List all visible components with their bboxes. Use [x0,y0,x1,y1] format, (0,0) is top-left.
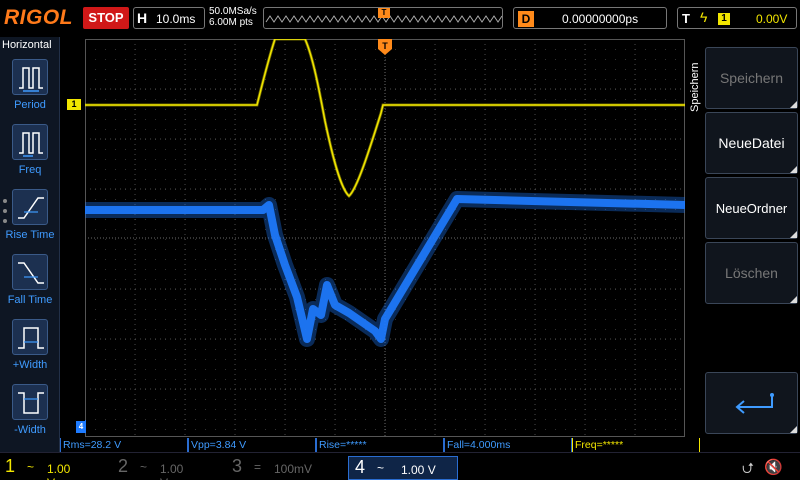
measurement-bar: Rms=28.2 V Vpp=3.84 V Rise=***** Fall=4.… [60,438,700,452]
meas-freq[interactable]: Freq=***** [572,438,700,452]
corner-triangle-icon [790,231,797,238]
ch4-scale: 1.00 V [401,463,436,477]
trigger-marker-label: T [382,41,388,51]
channel-status-bar: 1 ~ 1.00 V 2 ~ 1.00 V 3 = 100mV 4 ~ 1.00… [0,452,800,480]
return-button[interactable] [705,372,798,434]
meas-rise[interactable]: Rise=***** [316,438,444,452]
delete-label: Löschen [725,265,778,281]
ch4-coupling: ~ [377,461,385,475]
horizontal-measure-panel: Horizontal Period Freq Rise Time Fall Ti… [0,37,60,452]
ch4-marker-label: 4 [78,422,84,431]
top-status-bar: RIGOL STOP H 10.0ms 50.0MSa/s 6.00M pts … [0,0,800,36]
corner-triangle-icon [790,101,797,108]
trigger-level: 0.00V [756,12,788,26]
ch3-scale: 100mV [274,462,313,476]
corner-triangle-icon [790,296,797,303]
memory-depth: 6.00M pts [209,17,253,28]
rigol-logo: RIGOL [4,6,73,29]
sample-rate: 50.0MSa/s [209,6,257,17]
ch2-coupling: ~ [140,460,148,474]
meas-rms[interactable]: Rms=28.2 V [60,438,188,452]
ch1-scale: 1.00 V [47,462,71,480]
fall-time-label: Fall Time [7,294,53,306]
ch1-offset-marker[interactable]: 1 [67,99,81,110]
new-file-label: NeueDatei [718,135,785,151]
delay-box[interactable]: D 0.00000000ps [513,7,667,29]
ch1-number: 1 [5,456,16,476]
trigger-box[interactable]: T ϟ 1 0.00V [677,7,797,29]
timebase-label: H [137,10,148,26]
ch2-scale: 1.00 V [160,462,184,480]
measure-period[interactable]: Period [0,59,60,121]
corner-triangle-icon [790,166,797,173]
ch3-coupling: = [254,460,262,474]
period-icon [12,59,48,95]
measure-freq[interactable]: Freq [0,124,60,186]
ch1-marker-label: 1 [71,99,77,109]
delay-label: D [518,11,534,27]
pos-width-icon [12,319,48,355]
delete-button[interactable]: Löschen [705,242,798,304]
waveform-display[interactable]: T [85,39,685,437]
meas-vpp[interactable]: Vpp=3.84 V [188,438,316,452]
pos-width-label: +Width [12,359,48,371]
fall-time-icon [12,254,48,290]
save-button[interactable]: Speichern [705,47,798,109]
memory-overview-strip[interactable]: T [263,7,503,29]
ch4-number: 4 [355,457,366,477]
ch1-coupling: ~ [27,460,35,474]
usb-icon: ⮍ [742,460,755,477]
trigger-label: T [682,11,690,26]
delay-value: 0.00000000ps [562,12,639,26]
ch3-number: 3 [232,456,243,476]
new-folder-button[interactable]: NeueOrdner [705,177,798,239]
freq-label: Freq [18,164,42,176]
panel-title: Horizontal [2,39,52,51]
neg-width-label: -Width [14,424,46,436]
ch2-number: 2 [118,456,129,476]
run-stop-status[interactable]: STOP [83,7,129,29]
return-arrow-icon [735,393,774,414]
speaker-muted-icon[interactable]: 🔇 [764,458,783,476]
new-file-button[interactable]: NeueDatei [705,112,798,174]
trigger-edge-icon: ϟ [700,9,708,25]
measure-neg-width[interactable]: -Width [0,384,60,446]
menu-side-label: Speichern [689,62,701,112]
trigger-source: 1 [718,13,730,25]
ch4-marker-label-box: 4 [76,421,86,433]
freq-icon [12,124,48,160]
channel-4[interactable]: 4 ~ 1.00 V [348,456,458,480]
rise-time-label: Rise Time [5,229,55,241]
timebase-value: 10.0ms [156,12,196,26]
memory-trigger-marker: T [378,8,390,18]
save-menu: Speichern Speichern NeueDatei NeueOrdner… [686,39,800,437]
timebase-box[interactable]: H 10.0ms [133,7,205,29]
new-folder-label: NeueOrdner [715,200,788,216]
neg-width-icon [12,384,48,420]
measure-pos-width[interactable]: +Width [0,319,60,381]
corner-triangle-icon [790,426,797,433]
measure-fall-time[interactable]: Fall Time [0,254,60,316]
period-label: Period [14,99,46,111]
save-button-label: Speichern [719,70,784,86]
rise-time-icon [12,189,48,225]
menu-side-title: Speichern [686,39,704,119]
meas-fall[interactable]: Fall=4.000ms [444,438,572,452]
acquisition-info: 50.0MSa/s 6.00M pts [209,6,257,28]
measure-rise-time[interactable]: Rise Time [0,189,60,251]
